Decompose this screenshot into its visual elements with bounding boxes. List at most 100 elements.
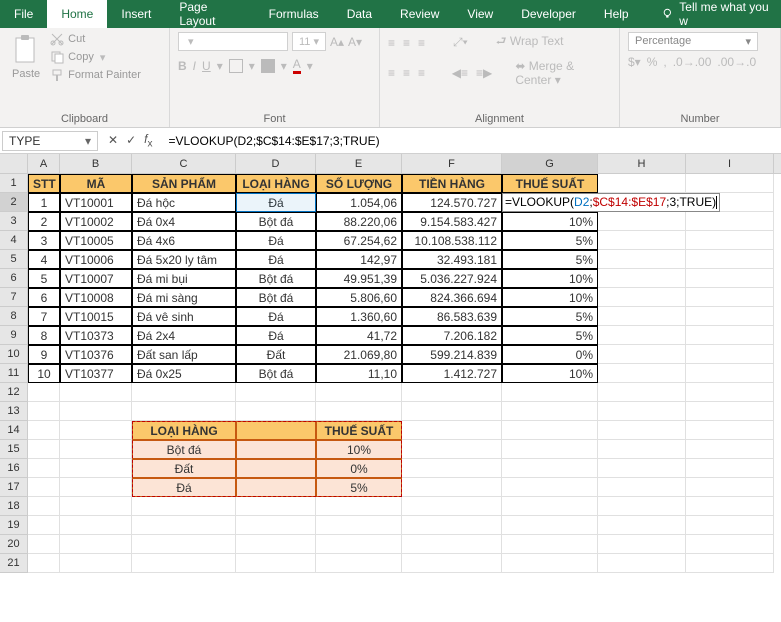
cell[interactable]: VT10006: [60, 250, 132, 269]
row-header[interactable]: 17: [0, 478, 28, 497]
cell[interactable]: [598, 459, 686, 478]
cell[interactable]: Đá vê sinh: [132, 307, 236, 326]
paste-button[interactable]: Paste: [8, 32, 44, 82]
col-header-c[interactable]: C: [132, 154, 236, 173]
cell[interactable]: LOẠI HÀNG: [132, 421, 236, 440]
cell[interactable]: [60, 440, 132, 459]
cell[interactable]: VT10376: [60, 345, 132, 364]
cell[interactable]: 10%: [502, 212, 598, 231]
formula-bar-input[interactable]: [162, 132, 781, 150]
tab-insert[interactable]: Insert: [107, 0, 165, 28]
col-header-b[interactable]: B: [60, 154, 132, 173]
tab-formulas[interactable]: Formulas: [255, 0, 333, 28]
cell[interactable]: [686, 421, 774, 440]
row-header[interactable]: 2: [0, 193, 28, 212]
cell[interactable]: [236, 478, 316, 497]
cell[interactable]: [402, 478, 502, 497]
cell[interactable]: Đá mi sàng: [132, 288, 236, 307]
cell[interactable]: Đá 0x25: [132, 364, 236, 383]
row-header[interactable]: 15: [0, 440, 28, 459]
cell[interactable]: [60, 516, 132, 535]
cell[interactable]: [402, 516, 502, 535]
cell[interactable]: [686, 459, 774, 478]
tab-view[interactable]: View: [453, 0, 507, 28]
cell[interactable]: [60, 554, 132, 573]
cell[interactable]: [686, 212, 774, 231]
cell[interactable]: [28, 478, 60, 497]
col-header-f[interactable]: F: [402, 154, 502, 173]
tab-help[interactable]: Help: [590, 0, 643, 28]
row-header[interactable]: 9: [0, 326, 28, 345]
font-family-dropdown[interactable]: ▾: [178, 32, 288, 51]
spreadsheet-grid[interactable]: A B C D E F G H I 1STTMÃSẢN PHẨMLOẠI HÀN…: [0, 154, 781, 573]
cell[interactable]: [402, 421, 502, 440]
cell[interactable]: [686, 231, 774, 250]
cell[interactable]: 67.254,62: [316, 231, 402, 250]
wrap-text-button[interactable]: ⮐ Wrap Text: [496, 32, 564, 53]
cell[interactable]: 0%: [502, 345, 598, 364]
italic-button[interactable]: I: [193, 59, 196, 73]
cell[interactable]: Đất san lấp: [132, 345, 236, 364]
cell[interactable]: [686, 535, 774, 554]
col-header-g[interactable]: G: [502, 154, 598, 173]
cell[interactable]: [132, 497, 236, 516]
cell[interactable]: [60, 459, 132, 478]
cell[interactable]: 5%: [502, 307, 598, 326]
cell[interactable]: 88.220,06: [316, 212, 402, 231]
cell[interactable]: [686, 364, 774, 383]
cancel-formula-icon[interactable]: ✕: [108, 133, 118, 147]
row-header[interactable]: 13: [0, 402, 28, 421]
cell[interactable]: Đá: [236, 250, 316, 269]
cell[interactable]: 5%: [502, 231, 598, 250]
cell[interactable]: 8: [28, 326, 60, 345]
col-header-e[interactable]: E: [316, 154, 402, 173]
cell[interactable]: [598, 497, 686, 516]
cell[interactable]: [28, 516, 60, 535]
decrease-indent-icon[interactable]: ◀≡: [452, 66, 468, 80]
cell[interactable]: [402, 459, 502, 478]
cell[interactable]: [28, 402, 60, 421]
cell[interactable]: [502, 459, 598, 478]
row-header[interactable]: 18: [0, 497, 28, 516]
cell[interactable]: [502, 440, 598, 459]
cell[interactable]: 49.951,39: [316, 269, 402, 288]
align-top-icon[interactable]: ≡: [388, 36, 395, 50]
row-header[interactable]: 4: [0, 231, 28, 250]
cell[interactable]: [598, 174, 686, 193]
row-header[interactable]: 11: [0, 364, 28, 383]
cell[interactable]: Bột đá: [236, 288, 316, 307]
increase-font-icon[interactable]: A▴: [330, 35, 344, 49]
cell[interactable]: [236, 497, 316, 516]
cell[interactable]: [686, 402, 774, 421]
cell[interactable]: [686, 554, 774, 573]
cell[interactable]: SỐ LƯỢNG: [316, 174, 402, 193]
cell[interactable]: 10%: [502, 288, 598, 307]
cell[interactable]: [60, 402, 132, 421]
row-header[interactable]: 8: [0, 307, 28, 326]
align-center-icon[interactable]: ≡: [403, 66, 410, 80]
cell[interactable]: 6: [28, 288, 60, 307]
cell[interactable]: [28, 421, 60, 440]
cell[interactable]: 86.583.639: [402, 307, 502, 326]
cell[interactable]: [686, 250, 774, 269]
tell-me-search[interactable]: Tell me what you w: [651, 0, 781, 28]
tab-developer[interactable]: Developer: [507, 0, 590, 28]
cell[interactable]: 124.570.727: [402, 193, 502, 212]
cell[interactable]: [502, 516, 598, 535]
cell[interactable]: [598, 478, 686, 497]
tab-data[interactable]: Data: [333, 0, 386, 28]
row-header[interactable]: 6: [0, 269, 28, 288]
cell[interactable]: [236, 383, 316, 402]
cell[interactable]: 5.036.227.924: [402, 269, 502, 288]
row-header[interactable]: 12: [0, 383, 28, 402]
cell[interactable]: [236, 440, 316, 459]
cell[interactable]: Đá 4x6: [132, 231, 236, 250]
cell[interactable]: [686, 516, 774, 535]
cell[interactable]: [316, 383, 402, 402]
row-header[interactable]: 7: [0, 288, 28, 307]
cell[interactable]: [598, 307, 686, 326]
cell[interactable]: [598, 535, 686, 554]
cell[interactable]: [132, 554, 236, 573]
cell[interactable]: Đá: [236, 231, 316, 250]
cell[interactable]: [28, 497, 60, 516]
